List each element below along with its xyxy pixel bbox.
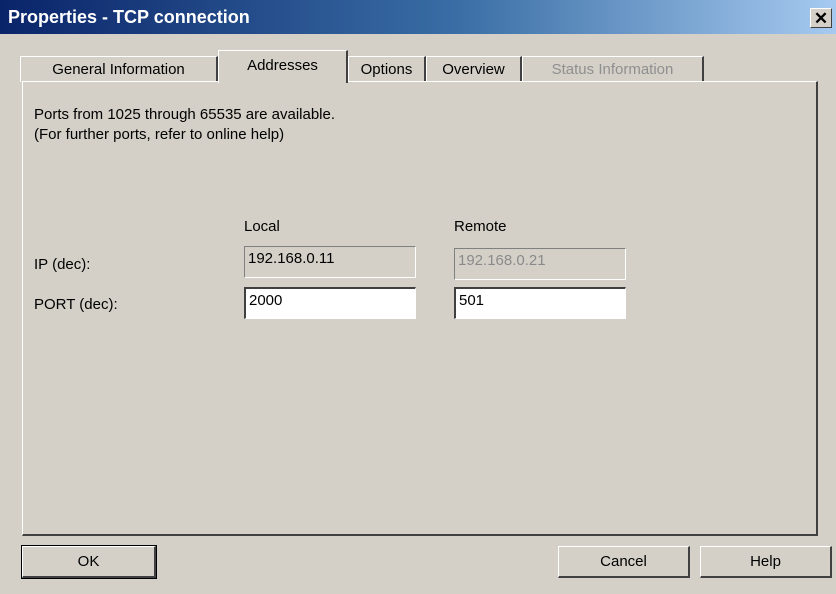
ip-label: IP (dec): — [34, 256, 91, 273]
help-button[interactable]: Help — [700, 546, 832, 578]
window-title: Properties - TCP connection — [8, 7, 250, 27]
tab-addresses[interactable]: Addresses — [218, 50, 348, 83]
ok-button[interactable]: OK — [21, 545, 157, 579]
local-ip-field: 192.168.0.11 — [244, 246, 416, 278]
tab-status-information: Status Information — [522, 56, 704, 82]
tab-panel-addresses — [22, 81, 818, 536]
tab-general-information[interactable]: General Information — [20, 56, 218, 82]
tab-options[interactable]: Options — [348, 56, 426, 82]
cancel-button[interactable]: Cancel — [558, 546, 690, 578]
close-icon[interactable]: ✕ — [810, 8, 832, 28]
local-column-header: Local — [244, 218, 280, 235]
title-bar: Properties - TCP connection ✕ — [0, 0, 836, 34]
port-label: PORT (dec): — [34, 296, 118, 313]
remote-column-header: Remote — [454, 218, 507, 235]
remote-port-input[interactable]: 501 — [454, 287, 626, 319]
remote-ip-field: 192.168.0.21 — [454, 248, 626, 280]
ports-info-text: Ports from 1025 through 65535 are availa… — [34, 106, 336, 123]
tab-overview[interactable]: Overview — [426, 56, 522, 82]
ports-help-text: (For further ports, refer to online help… — [34, 126, 285, 143]
local-port-input[interactable]: 2000 — [244, 287, 416, 319]
